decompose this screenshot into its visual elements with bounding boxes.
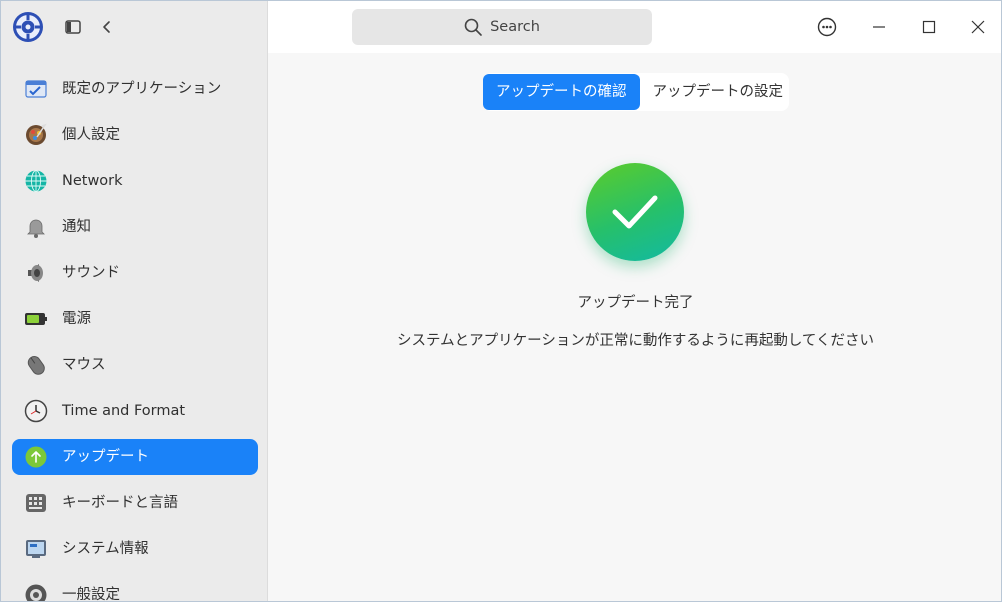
battery-icon <box>24 307 48 331</box>
sidebar-item-label: Time and Format <box>62 403 186 419</box>
control-center-logo-icon <box>12 11 44 43</box>
tab-check-updates[interactable]: アップデートの確認 <box>483 74 640 110</box>
back-chevron-icon[interactable] <box>97 17 117 37</box>
search-icon <box>464 18 482 36</box>
update-status-description: システムとアプリケーションが正常に動作するように再起動してください <box>397 333 874 349</box>
sidebar-item-label: アップデート <box>62 449 149 465</box>
sidebar-item-label: システム情報 <box>62 541 149 557</box>
close-icon[interactable] <box>966 15 990 39</box>
clock-icon <box>24 399 48 423</box>
bell-icon <box>24 215 48 239</box>
speaker-icon <box>24 261 48 285</box>
tab-update-settings[interactable]: アップデートの設定 <box>640 73 797 111</box>
personalization-icon <box>24 123 48 147</box>
success-check-icon <box>586 163 684 261</box>
sidebar-header <box>1 1 268 53</box>
maximize-icon[interactable] <box>917 15 941 39</box>
general-settings-icon <box>24 583 48 601</box>
more-options-icon[interactable] <box>815 15 839 39</box>
network-globe-icon <box>24 169 48 193</box>
sidebar-item-label: 既定のアプリケーション <box>62 81 222 97</box>
sidebar-item-sound[interactable]: サウンド <box>12 255 258 291</box>
sidebar-toggle-icon[interactable] <box>63 17 83 37</box>
sidebar-item-personalization[interactable]: 個人設定 <box>12 117 258 153</box>
sidebar-item-general-settings[interactable]: 一般設定 <box>12 577 258 602</box>
system-info-icon <box>24 537 48 561</box>
titlebar: Search <box>268 1 1001 53</box>
sidebar-item-label: マウス <box>62 357 106 373</box>
sidebar-item-mouse[interactable]: マウス <box>12 347 258 383</box>
sidebar-item-notifications[interactable]: 通知 <box>12 209 258 245</box>
mouse-icon <box>24 353 48 377</box>
sidebar-item-time-format[interactable]: Time and Format <box>12 393 258 429</box>
sidebar-item-system-info[interactable]: システム情報 <box>12 531 258 567</box>
update-tabs: アップデートの確認 アップデートの設定 <box>483 73 789 111</box>
settings-window: 既定のアプリケーション 個人設定 Network 通知 サウンド 電源 マウス … <box>0 0 1002 602</box>
update-status-title: アップデート完了 <box>577 295 694 311</box>
keyboard-icon <box>24 491 48 515</box>
default-apps-icon <box>24 77 48 101</box>
search-box[interactable]: Search <box>352 9 652 45</box>
main-content: Search アップデートの確認 アップデートの設定 アップデート完了 システム… <box>268 1 1001 601</box>
sidebar-item-network[interactable]: Network <box>12 163 258 199</box>
search-placeholder: Search <box>490 19 540 35</box>
minimize-icon[interactable] <box>867 15 891 39</box>
sidebar-item-keyboard-language[interactable]: キーボードと言語 <box>12 485 258 521</box>
sidebar-item-label: 一般設定 <box>62 587 120 602</box>
update-arrow-icon <box>24 445 48 469</box>
sidebar-item-label: Network <box>62 173 123 189</box>
sidebar-item-update[interactable]: アップデート <box>12 439 258 475</box>
sidebar-item-label: 通知 <box>62 219 91 235</box>
sidebar-item-label: サウンド <box>62 265 120 281</box>
sidebar: 既定のアプリケーション 個人設定 Network 通知 サウンド 電源 マウス … <box>1 1 268 602</box>
sidebar-item-label: 個人設定 <box>62 127 120 143</box>
sidebar-item-label: キーボードと言語 <box>62 495 178 511</box>
sidebar-item-default-apps[interactable]: 既定のアプリケーション <box>12 71 258 107</box>
sidebar-item-label: 電源 <box>62 311 91 327</box>
sidebar-item-power[interactable]: 電源 <box>12 301 258 337</box>
